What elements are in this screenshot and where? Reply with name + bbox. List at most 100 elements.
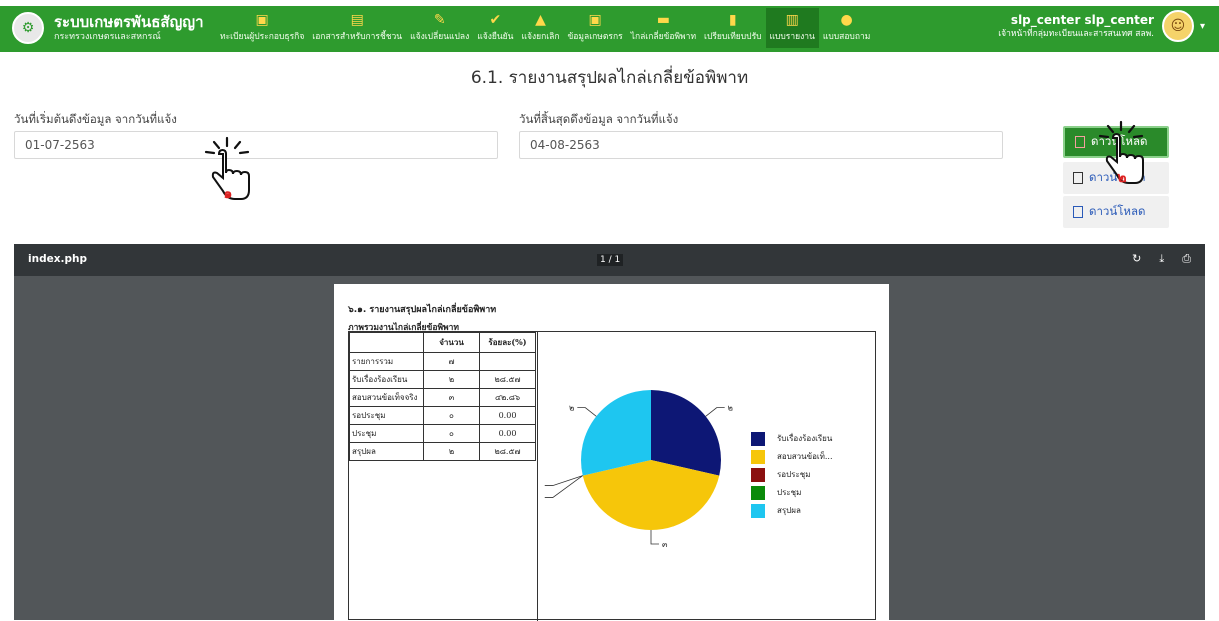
download-excel-button[interactable]: ดาวน์โหลด (1063, 196, 1169, 228)
legend-item: สรุปผล (751, 502, 833, 519)
table-row: ประชุม ๐ 0.00 (349, 424, 536, 443)
nav-item-6[interactable]: ▬ ไกล่เกลี่ยข้อพิพาท (627, 8, 700, 48)
table-cell: ๔๒.๘๖ (479, 388, 536, 407)
warning-icon: ▲ (535, 12, 546, 28)
marker-1-label: ๑ (224, 186, 233, 202)
id-card-icon: ▣ (255, 12, 269, 28)
download-icon[interactable]: ⤓ (1159, 252, 1164, 266)
chart-legend: รับเรื่องร้องเรียนสอบสวนข้อเท็... รอประชุ… (751, 430, 833, 520)
nav-item-label: ไกล่เกลี่ยข้อพิพาท (630, 32, 697, 42)
nav-item-8[interactable]: ▥ แบบรายงาน (765, 8, 819, 48)
nav-item-9[interactable]: ● แบบสอบถาม (819, 8, 874, 48)
legend-item: รอประชุม (751, 466, 833, 483)
table-cell: ๐ (423, 406, 480, 425)
nav-item-0[interactable]: ▣ ทะเบียนผู้ประกอบธุรกิจ (216, 8, 308, 48)
pdf-file-icon (1075, 136, 1085, 148)
legend-label: สอบสวนข้อเท็... (777, 452, 833, 461)
table-cell: รอประชุม (349, 406, 424, 425)
table-cell: ๒ (423, 442, 480, 461)
table-cell: ๗ (423, 352, 480, 371)
user-name: slp_center slp_center (1010, 13, 1154, 27)
pie-leader-line (577, 407, 597, 417)
table-cell: ๒๘.๕๗ (479, 370, 536, 389)
pie-leader-line (544, 475, 583, 486)
end-date-input[interactable]: 04-08-2563 (519, 131, 1003, 159)
table-cell: รับเรื่องร้องเรียน (349, 370, 424, 389)
table-cell: ๒ (423, 370, 480, 389)
table-cell: ประชุม (349, 424, 424, 443)
top-navbar: ⚙ ระบบเกษตรพันธสัญญา กระทรวงเกษตรและสหกร… (0, 0, 1219, 52)
nav-item-1[interactable]: ▤ เอกสารสำหรับการชี้ชวน (308, 8, 406, 48)
pie-data-label: ๒ (728, 404, 733, 413)
table-row: สรุปผล ๒ ๒๘.๕๗ (349, 442, 536, 461)
nav-item-label: แจ้งเปลี่ยนแปลง (410, 32, 470, 42)
brand[interactable]: ⚙ ระบบเกษตรพันธสัญญา กระทรวงเกษตรและสหกร… (12, 12, 204, 44)
legend-label: รอประชุม (777, 470, 811, 479)
pdf-viewer[interactable]: index.php 1 / 1 ↻ ⤓ ⎙ ๖.๑. รายงานสรุปผลไ… (14, 244, 1205, 621)
avatar[interactable]: ☺ (1161, 10, 1194, 42)
nav-item-label: เปรียบเทียบปรับ (704, 32, 762, 42)
table-cell: 0.00 (479, 406, 536, 425)
ministry-logo-icon: ⚙ (12, 12, 44, 44)
table-row: รายการรวม ๗ (349, 352, 536, 371)
nav-item-label: แจ้งยกเลิก (521, 32, 560, 42)
pointer-hand-icon: ๒ (1098, 120, 1144, 186)
table-cell: สอบสวนข้อเท็จจริง (349, 388, 424, 407)
table-header-cell: ร้อยละ(%) (479, 332, 536, 353)
table-row: รอประชุม ๐ 0.00 (349, 406, 536, 425)
table-cell: ๓ (423, 388, 480, 407)
edit-icon: ✎ (433, 12, 446, 28)
start-date-label: วันที่เริ่มต้นดึงข้อมูล จากวันที่แจ้ง (14, 112, 177, 126)
nav-item-label: แจ้งยืนยัน (477, 32, 514, 42)
nav-item-7[interactable]: ▮ เปรียบเทียบปรับ (700, 8, 765, 48)
nav-item-3[interactable]: ✔ แจ้งยืนยัน (473, 8, 517, 48)
marker-2-label: ๒ (1117, 170, 1126, 186)
table-header-row: จำนวน ร้อยละ(%) (349, 332, 536, 353)
document-icon: ▮ (728, 12, 737, 28)
app-title: ระบบเกษตรพันธสัญญา (54, 13, 204, 31)
pie-leader-line (650, 530, 659, 545)
pie-leader-line (705, 407, 725, 417)
table-cell (479, 352, 536, 371)
page-title: 6.1. รายงานสรุปผลไกล่เกลี่ยข้อพิพาท (470, 68, 749, 88)
nav-item-5[interactable]: ▣ ข้อมูลเกษตรกร (563, 8, 626, 48)
report-frame: จำนวน ร้อยละ(%) รายการรวม ๗ รับเรื่องร้อ… (348, 331, 876, 621)
nav-item-2[interactable]: ✎ แจ้งเปลี่ยนแปลง (406, 8, 473, 48)
legend-label: รับเรื่องร้องเรียน (777, 434, 833, 443)
table-cell: สรุปผล (349, 442, 424, 461)
user-role: เจ้าหน้าที่กลุ่มทะเบียนและสารสนเทศ สลพ. (998, 29, 1154, 39)
nav-item-label: แบบสอบถาม (822, 32, 871, 42)
legend-item: ประชุม (751, 484, 833, 501)
print-icon[interactable]: ⎙ (1182, 252, 1191, 266)
pie-chart: ๒๓๐๐๒ (544, 390, 733, 549)
table-cell: 0.00 (479, 424, 536, 443)
legend-swatch (751, 449, 765, 464)
check-circle-icon: ✔ (489, 12, 502, 28)
legend-swatch (751, 431, 765, 446)
user-menu[interactable]: slp_center slp_center เจ้าหน้าที่กลุ่มทะ… (998, 10, 1205, 42)
nav-item-label: แบบรายงาน (769, 32, 815, 42)
clipboard-icon: ▤ (350, 12, 364, 28)
nav-item-4[interactable]: ▲ แจ้งยกเลิก (517, 8, 563, 48)
legend-label: ประชุม (777, 488, 802, 497)
end-date-label: วันที่สิ้นสุดดึงข้อมูล จากวันที่แจ้ง (519, 112, 679, 126)
table-row: รับเรื่องร้องเรียน ๒ ๒๘.๕๗ (349, 370, 536, 389)
table-cell: ๐ (423, 424, 480, 443)
comments-icon: ● (840, 12, 853, 28)
pie-data-label: ๒ (569, 404, 574, 413)
table-header-cell: จำนวน (423, 332, 480, 353)
start-date-input[interactable]: 01-07-2563 (14, 131, 498, 159)
id-card-icon: ▣ (588, 12, 602, 28)
table-row: สอบสวนข้อเท็จจริง ๓ ๔๒.๘๖ (349, 388, 536, 407)
caret-down-icon[interactable]: ▾ (1200, 21, 1205, 32)
legend-swatch (751, 467, 765, 482)
legend-swatch (751, 485, 765, 500)
summary-table: จำนวน ร้อยละ(%) รายการรวม ๗ รับเรื่องร้อ… (349, 332, 536, 461)
pdf-filename: index.php (28, 253, 87, 265)
rotate-icon[interactable]: ↻ (1132, 252, 1141, 266)
pointer-hand-icon: ๑ (204, 136, 250, 202)
table-chart-divider (537, 332, 538, 621)
legend-item: สอบสวนข้อเท็... (751, 448, 833, 465)
report-title: ๖.๑. รายงานสรุปผลไกล่เกลี่ยข้อพิพาท (348, 305, 497, 315)
main-menu: ▣ ทะเบียนผู้ประกอบธุรกิจ ▤ เอกสารสำหรับการช… (216, 8, 874, 48)
